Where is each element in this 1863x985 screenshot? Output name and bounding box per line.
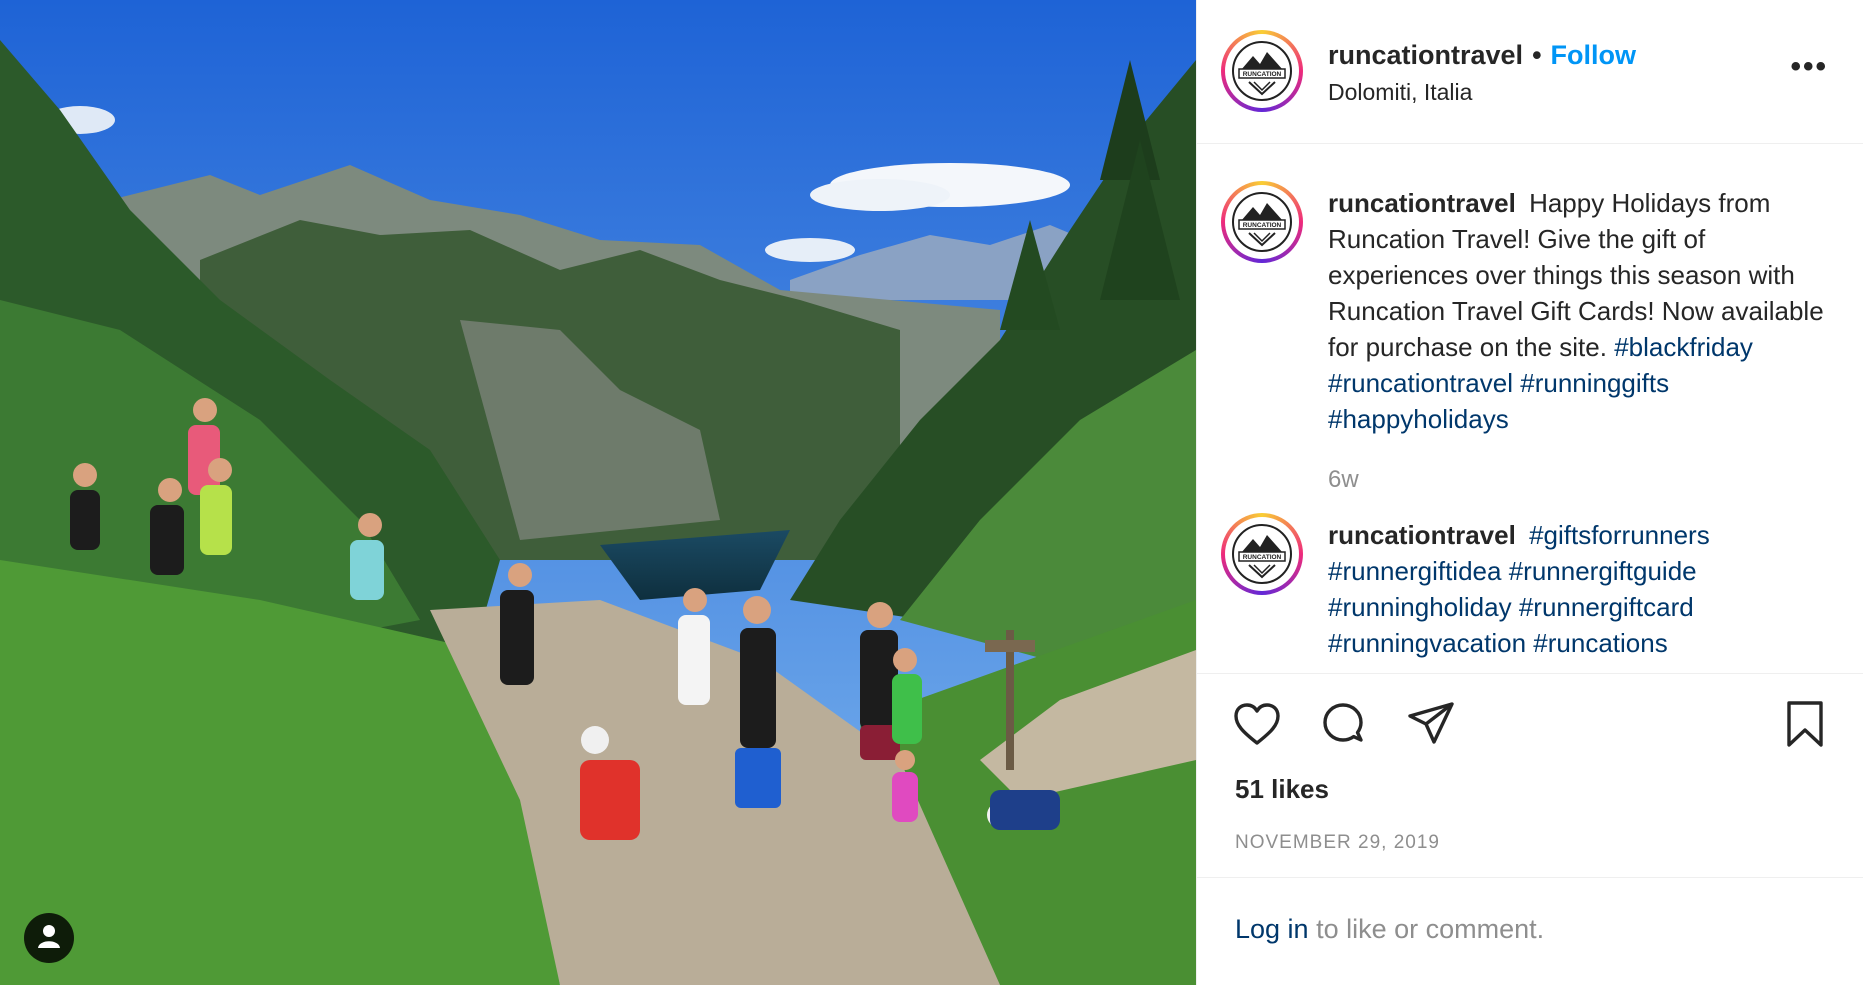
- post-date[interactable]: NOVEMBER 29, 2019: [1235, 832, 1440, 854]
- svg-text:RUNCATION: RUNCATION: [1243, 554, 1282, 561]
- comment-timestamp[interactable]: 6w: [1328, 466, 1359, 494]
- comment-text: runcationtravel Happy Holidays from Runc…: [1328, 185, 1828, 437]
- runcation-logo-icon: RUNCATION: [1232, 524, 1292, 584]
- hashtag[interactable]: #runcations: [1533, 628, 1667, 658]
- svg-text:RUNCATION: RUNCATION: [1243, 222, 1282, 229]
- action-bar: 51 likes NOVEMBER 29, 2019: [1197, 673, 1863, 873]
- comment-text: runcationtravel #giftsforrunners #runner…: [1328, 517, 1828, 661]
- caption-comment: RUNCATION runcationtravel Happy Holidays…: [1221, 181, 1841, 493]
- user-tags-button[interactable]: [24, 913, 74, 963]
- hashtag[interactable]: #happyholidays: [1328, 404, 1509, 434]
- share-icon[interactable]: [1403, 696, 1459, 752]
- runcation-logo: RUNCATION: [1225, 517, 1299, 591]
- runcation-logo: RUNCATION: [1225, 185, 1299, 259]
- login-prompt: Log in to like or comment.: [1197, 877, 1863, 985]
- hashtag[interactable]: #runnergiftguide: [1509, 556, 1697, 586]
- runcation-logo-icon: RUNCATION: [1232, 41, 1292, 101]
- runcation-logo: RUNCATION: [1225, 34, 1299, 108]
- comment-username[interactable]: runcationtravel: [1328, 188, 1516, 218]
- bookmark-icon[interactable]: [1777, 696, 1833, 752]
- comment-icon[interactable]: [1315, 696, 1371, 752]
- hashtag[interactable]: #runcationtravel: [1328, 368, 1513, 398]
- avatar[interactable]: RUNCATION: [1221, 513, 1303, 595]
- post-header: RUNCATION runcationtravel • Follow Dolom…: [1197, 0, 1863, 144]
- avatar[interactable]: RUNCATION: [1221, 181, 1303, 263]
- hashtag[interactable]: #runningholiday: [1328, 592, 1512, 622]
- heart-icon[interactable]: [1229, 696, 1285, 752]
- hashtag[interactable]: #giftsforrunners: [1529, 520, 1710, 550]
- hashtag[interactable]: #blackfriday: [1614, 332, 1753, 362]
- login-link[interactable]: Log in: [1235, 914, 1309, 944]
- username-link[interactable]: runcationtravel: [1328, 40, 1523, 71]
- login-line: Log in to like or comment.: [1235, 914, 1544, 945]
- mountain-hikers-photo: [0, 0, 1196, 985]
- more-options-icon[interactable]: •••: [1790, 50, 1828, 84]
- hashtag[interactable]: #runningvacation: [1328, 628, 1526, 658]
- likes-count[interactable]: 51 likes: [1235, 774, 1329, 805]
- person-icon: [37, 923, 61, 954]
- svg-text:RUNCATION: RUNCATION: [1243, 71, 1282, 78]
- header-info: runcationtravel • Follow Dolomiti, Itali…: [1328, 40, 1636, 106]
- hashtag[interactable]: #runnergiftidea: [1328, 556, 1501, 586]
- hashtag[interactable]: #runnergiftcard: [1519, 592, 1694, 622]
- comments-section: RUNCATION runcationtravel Happy Holidays…: [1197, 145, 1863, 673]
- instagram-post: RUNCATION runcationtravel • Follow Dolom…: [0, 0, 1863, 985]
- comment: RUNCATION runcationtravel #giftsforrunne…: [1221, 513, 1841, 673]
- location-link[interactable]: Dolomiti, Italia: [1328, 79, 1636, 106]
- header-user-row: runcationtravel • Follow: [1328, 40, 1636, 71]
- comment-username[interactable]: runcationtravel: [1328, 520, 1516, 550]
- dot-separator: •: [1532, 40, 1542, 70]
- follow-button[interactable]: Follow: [1551, 40, 1636, 71]
- hashtag[interactable]: #runninggifts: [1520, 368, 1669, 398]
- post-photo[interactable]: [0, 0, 1196, 985]
- runcation-logo-icon: RUNCATION: [1232, 192, 1292, 252]
- post-side-panel: RUNCATION runcationtravel • Follow Dolom…: [1196, 0, 1863, 985]
- login-prompt-text: to like or comment.: [1308, 914, 1545, 944]
- avatar[interactable]: RUNCATION: [1221, 30, 1303, 112]
